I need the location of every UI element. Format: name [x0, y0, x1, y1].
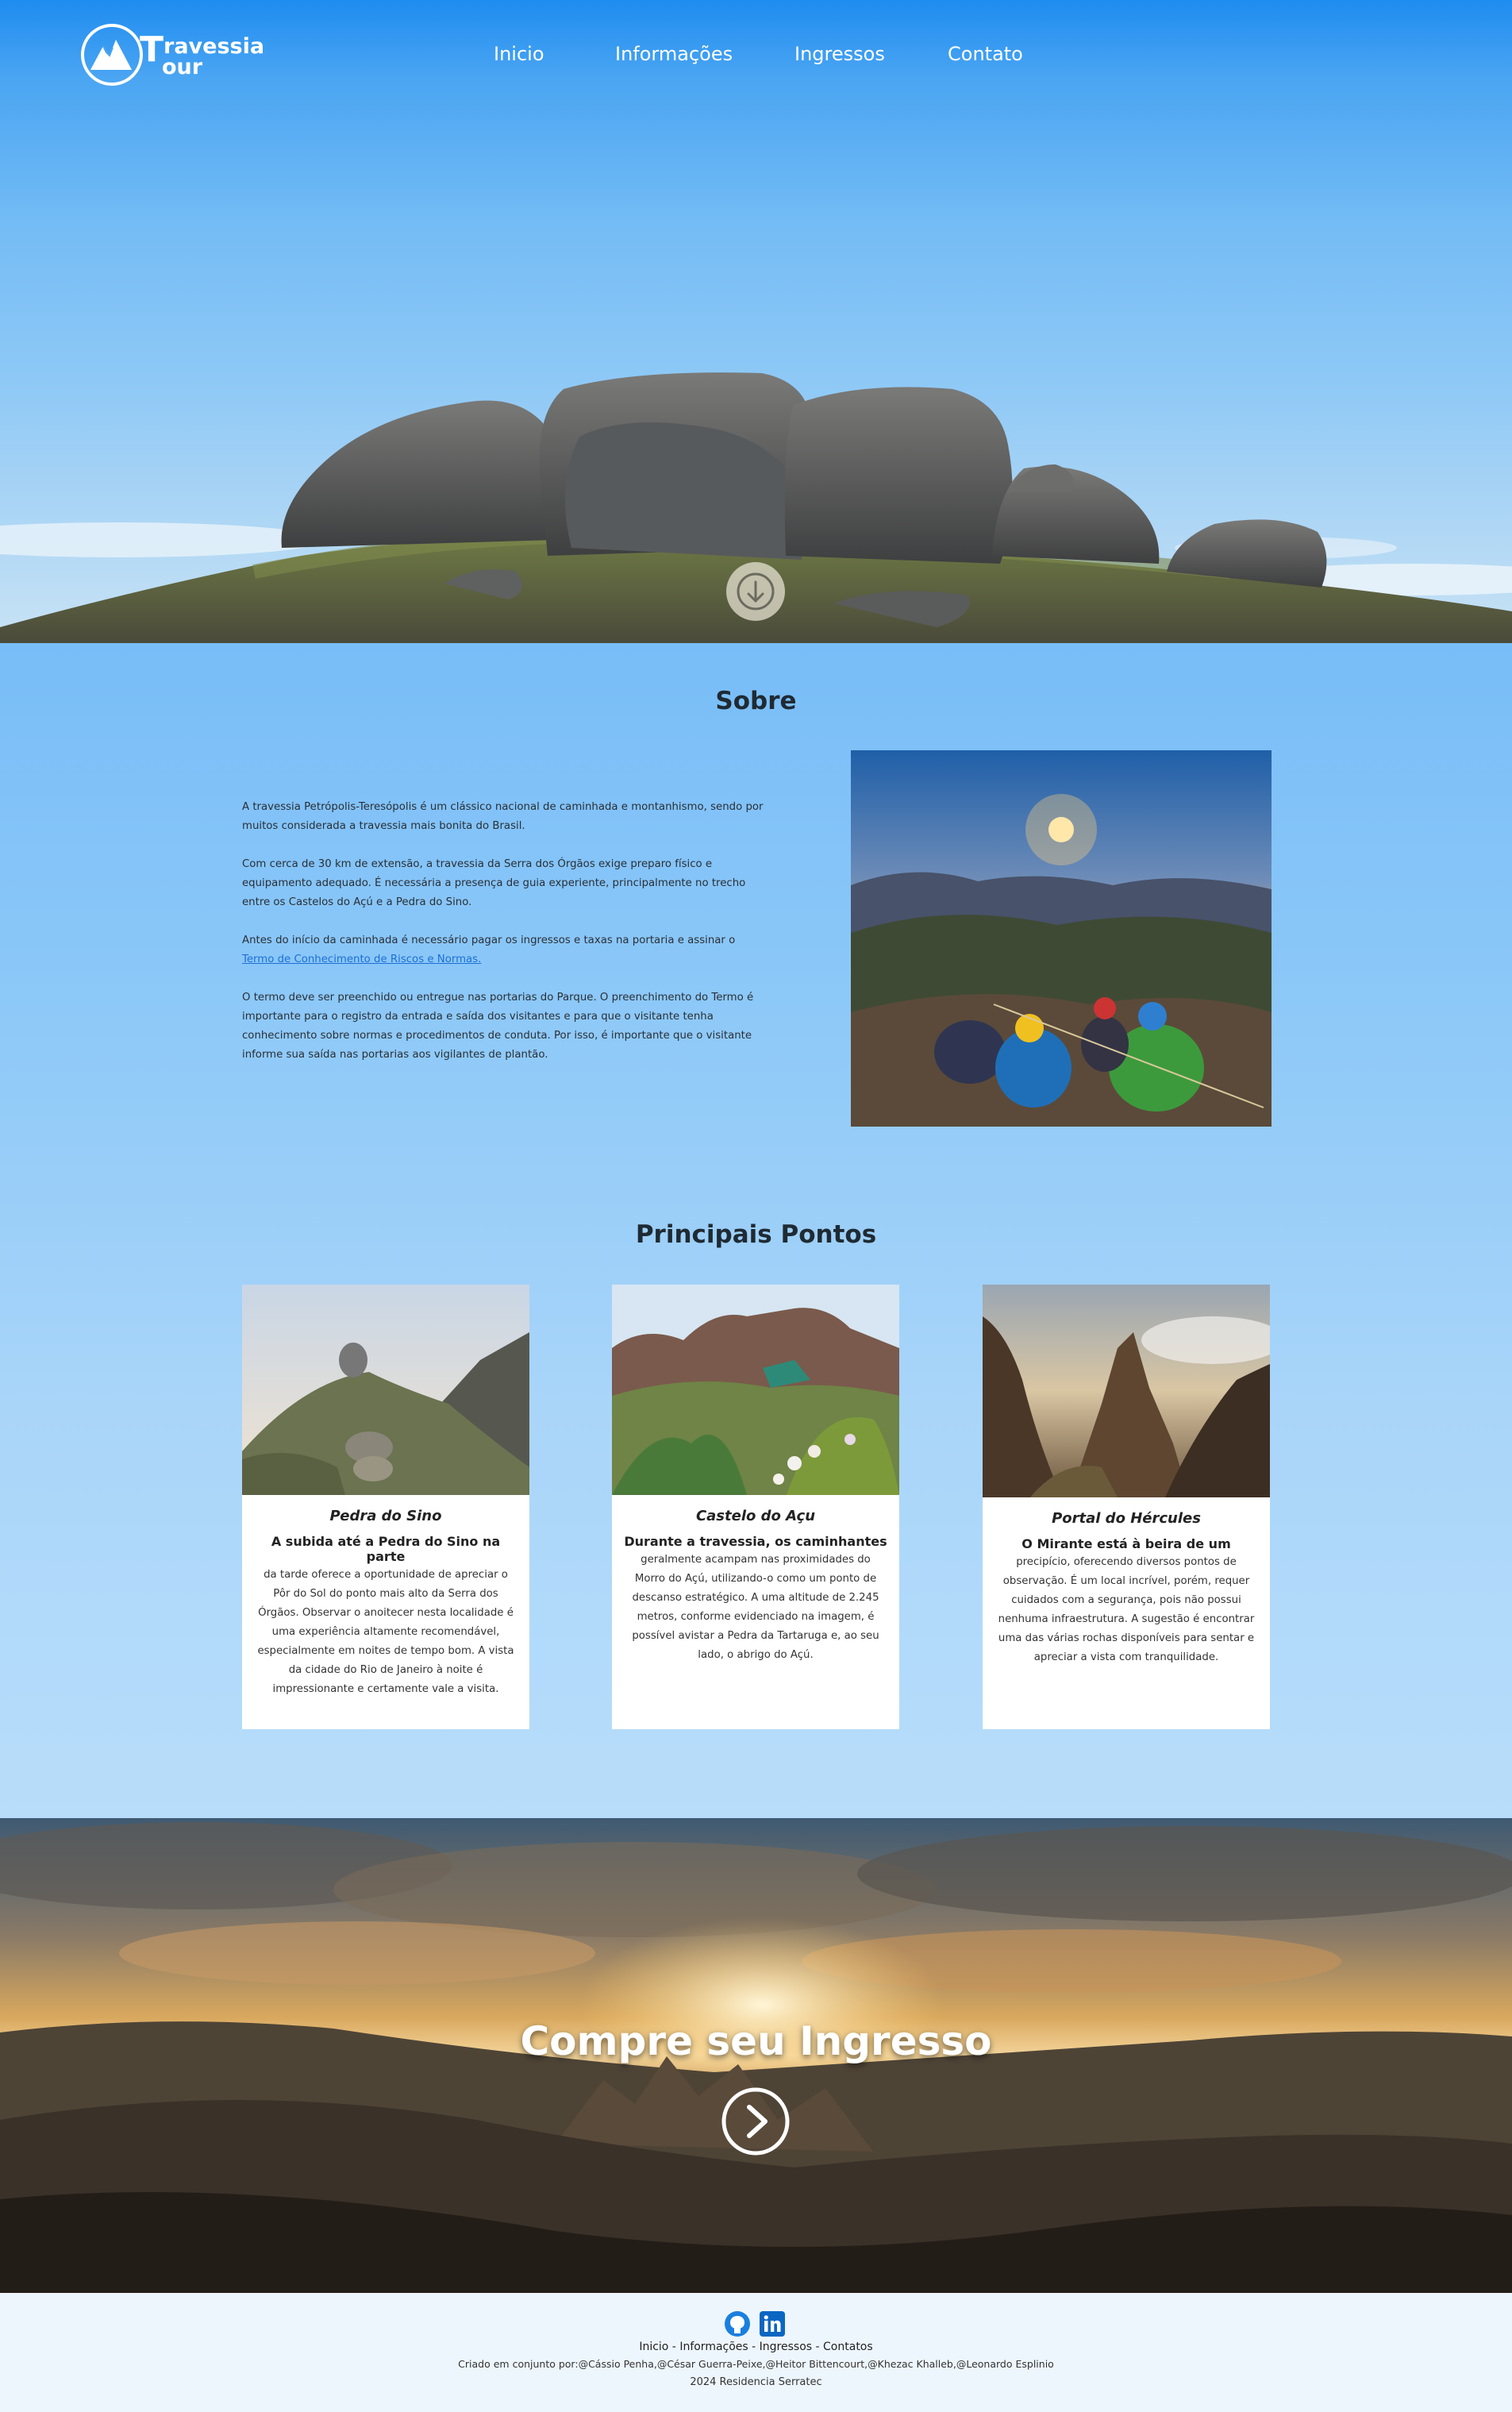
- cta-title: Compre seu Ingresso: [520, 2018, 992, 2064]
- termo-link[interactable]: Termo de Conhecimento de Riscos e Normas…: [242, 954, 481, 965]
- pedra-do-sino-photo: [242, 1285, 529, 1495]
- linkedin-link[interactable]: [759, 2310, 786, 2337]
- sobre-text: A travessia Petrópolis-Teresópolis é um …: [242, 798, 770, 1084]
- linkedin-icon: [760, 2311, 785, 2337]
- footer-link-ingressos[interactable]: Ingressos: [760, 2341, 812, 2353]
- footer-credits: Criado em conjunto por:@Cássio Penha,@Cé…: [458, 2358, 1054, 2370]
- card-pedra-do-sino[interactable]: Pedra do Sino A subida até a Pedra do Si…: [242, 1285, 529, 1729]
- card-title: Pedra do Sino: [329, 1508, 442, 1524]
- github-link[interactable]: [724, 2310, 751, 2337]
- footer-separator: -: [812, 2341, 824, 2353]
- hero-section: Travessia our Inicio Informações Ingress…: [0, 0, 1512, 643]
- card-body: precipício, oferecendo diversos pontos d…: [998, 1556, 1255, 1663]
- chevron-right-circle-icon: [721, 2087, 790, 2156]
- sobre-paragraph-3: Antes do início da caminhada é necessári…: [242, 934, 736, 965]
- navbar: Travessia our Inicio Informações Ingress…: [0, 0, 1512, 111]
- card-title: Castelo do Açu: [695, 1508, 816, 1524]
- scroll-down-button[interactable]: [726, 562, 785, 621]
- site-logo[interactable]: Travessia our: [79, 22, 264, 87]
- footer-link-inicio[interactable]: Inicio: [639, 2341, 668, 2353]
- mountain-logo-icon: [81, 24, 143, 86]
- logo-text: Travessia our: [140, 32, 264, 78]
- logo-initial-t: T: [140, 29, 164, 70]
- nav-informacoes[interactable]: Informações: [615, 43, 733, 65]
- footer-copyright: 2024 Residencia Serratec: [690, 2376, 822, 2388]
- sobre-paragraph-4: O termo deve ser preenchido ou entregue …: [242, 992, 754, 1061]
- footer-nav: Inicio - Informações - Ingressos - Conta…: [0, 2341, 1512, 2353]
- sobre-paragraph-1: A travessia Petrópolis-Teresópolis é um …: [242, 801, 764, 832]
- footer-link-contatos[interactable]: Contatos: [823, 2341, 873, 2353]
- pontos-title: Principais Pontos: [635, 1220, 877, 1249]
- footer-separator: -: [668, 2341, 680, 2353]
- nav-ingressos[interactable]: Ingressos: [794, 43, 885, 65]
- card-title: Portal do Hércules: [1052, 1510, 1201, 1527]
- nav-inicio[interactable]: Inicio: [494, 43, 544, 65]
- card-lead: O Mirante está à beira de um: [1021, 1536, 1231, 1551]
- card-lead: Durante a travessia, os caminhantes: [624, 1534, 887, 1549]
- nav-contato[interactable]: Contato: [948, 43, 1023, 65]
- portal-do-hercules-photo: [983, 1285, 1270, 1497]
- sobre-sunset-photo: [851, 750, 1272, 1127]
- github-icon: [725, 2311, 750, 2337]
- card-portal-do-hercules[interactable]: Portal do Hércules O Mirante está à beir…: [983, 1285, 1270, 1729]
- card-lead: A subida até a Pedra do Sino na parte: [271, 1534, 501, 1564]
- arrow-down-icon: [737, 572, 775, 611]
- buy-ticket-button[interactable]: [721, 2086, 791, 2156]
- sobre-paragraph-2: Com cerca de 30 km de extensão, a traves…: [242, 858, 746, 908]
- card-body: geralmente acampam nas proximidades do M…: [632, 1554, 879, 1661]
- card-body: da tarde oferece a oportunidade de aprec…: [257, 1569, 514, 1695]
- footer-separator: -: [748, 2341, 760, 2353]
- footer-link-informacoes[interactable]: Informações: [679, 2341, 748, 2353]
- sobre-title: Sobre: [715, 687, 797, 715]
- castelo-do-acu-photo: [612, 1285, 899, 1495]
- card-castelo-do-acu[interactable]: Castelo do Açu Durante a travessia, os c…: [612, 1285, 899, 1729]
